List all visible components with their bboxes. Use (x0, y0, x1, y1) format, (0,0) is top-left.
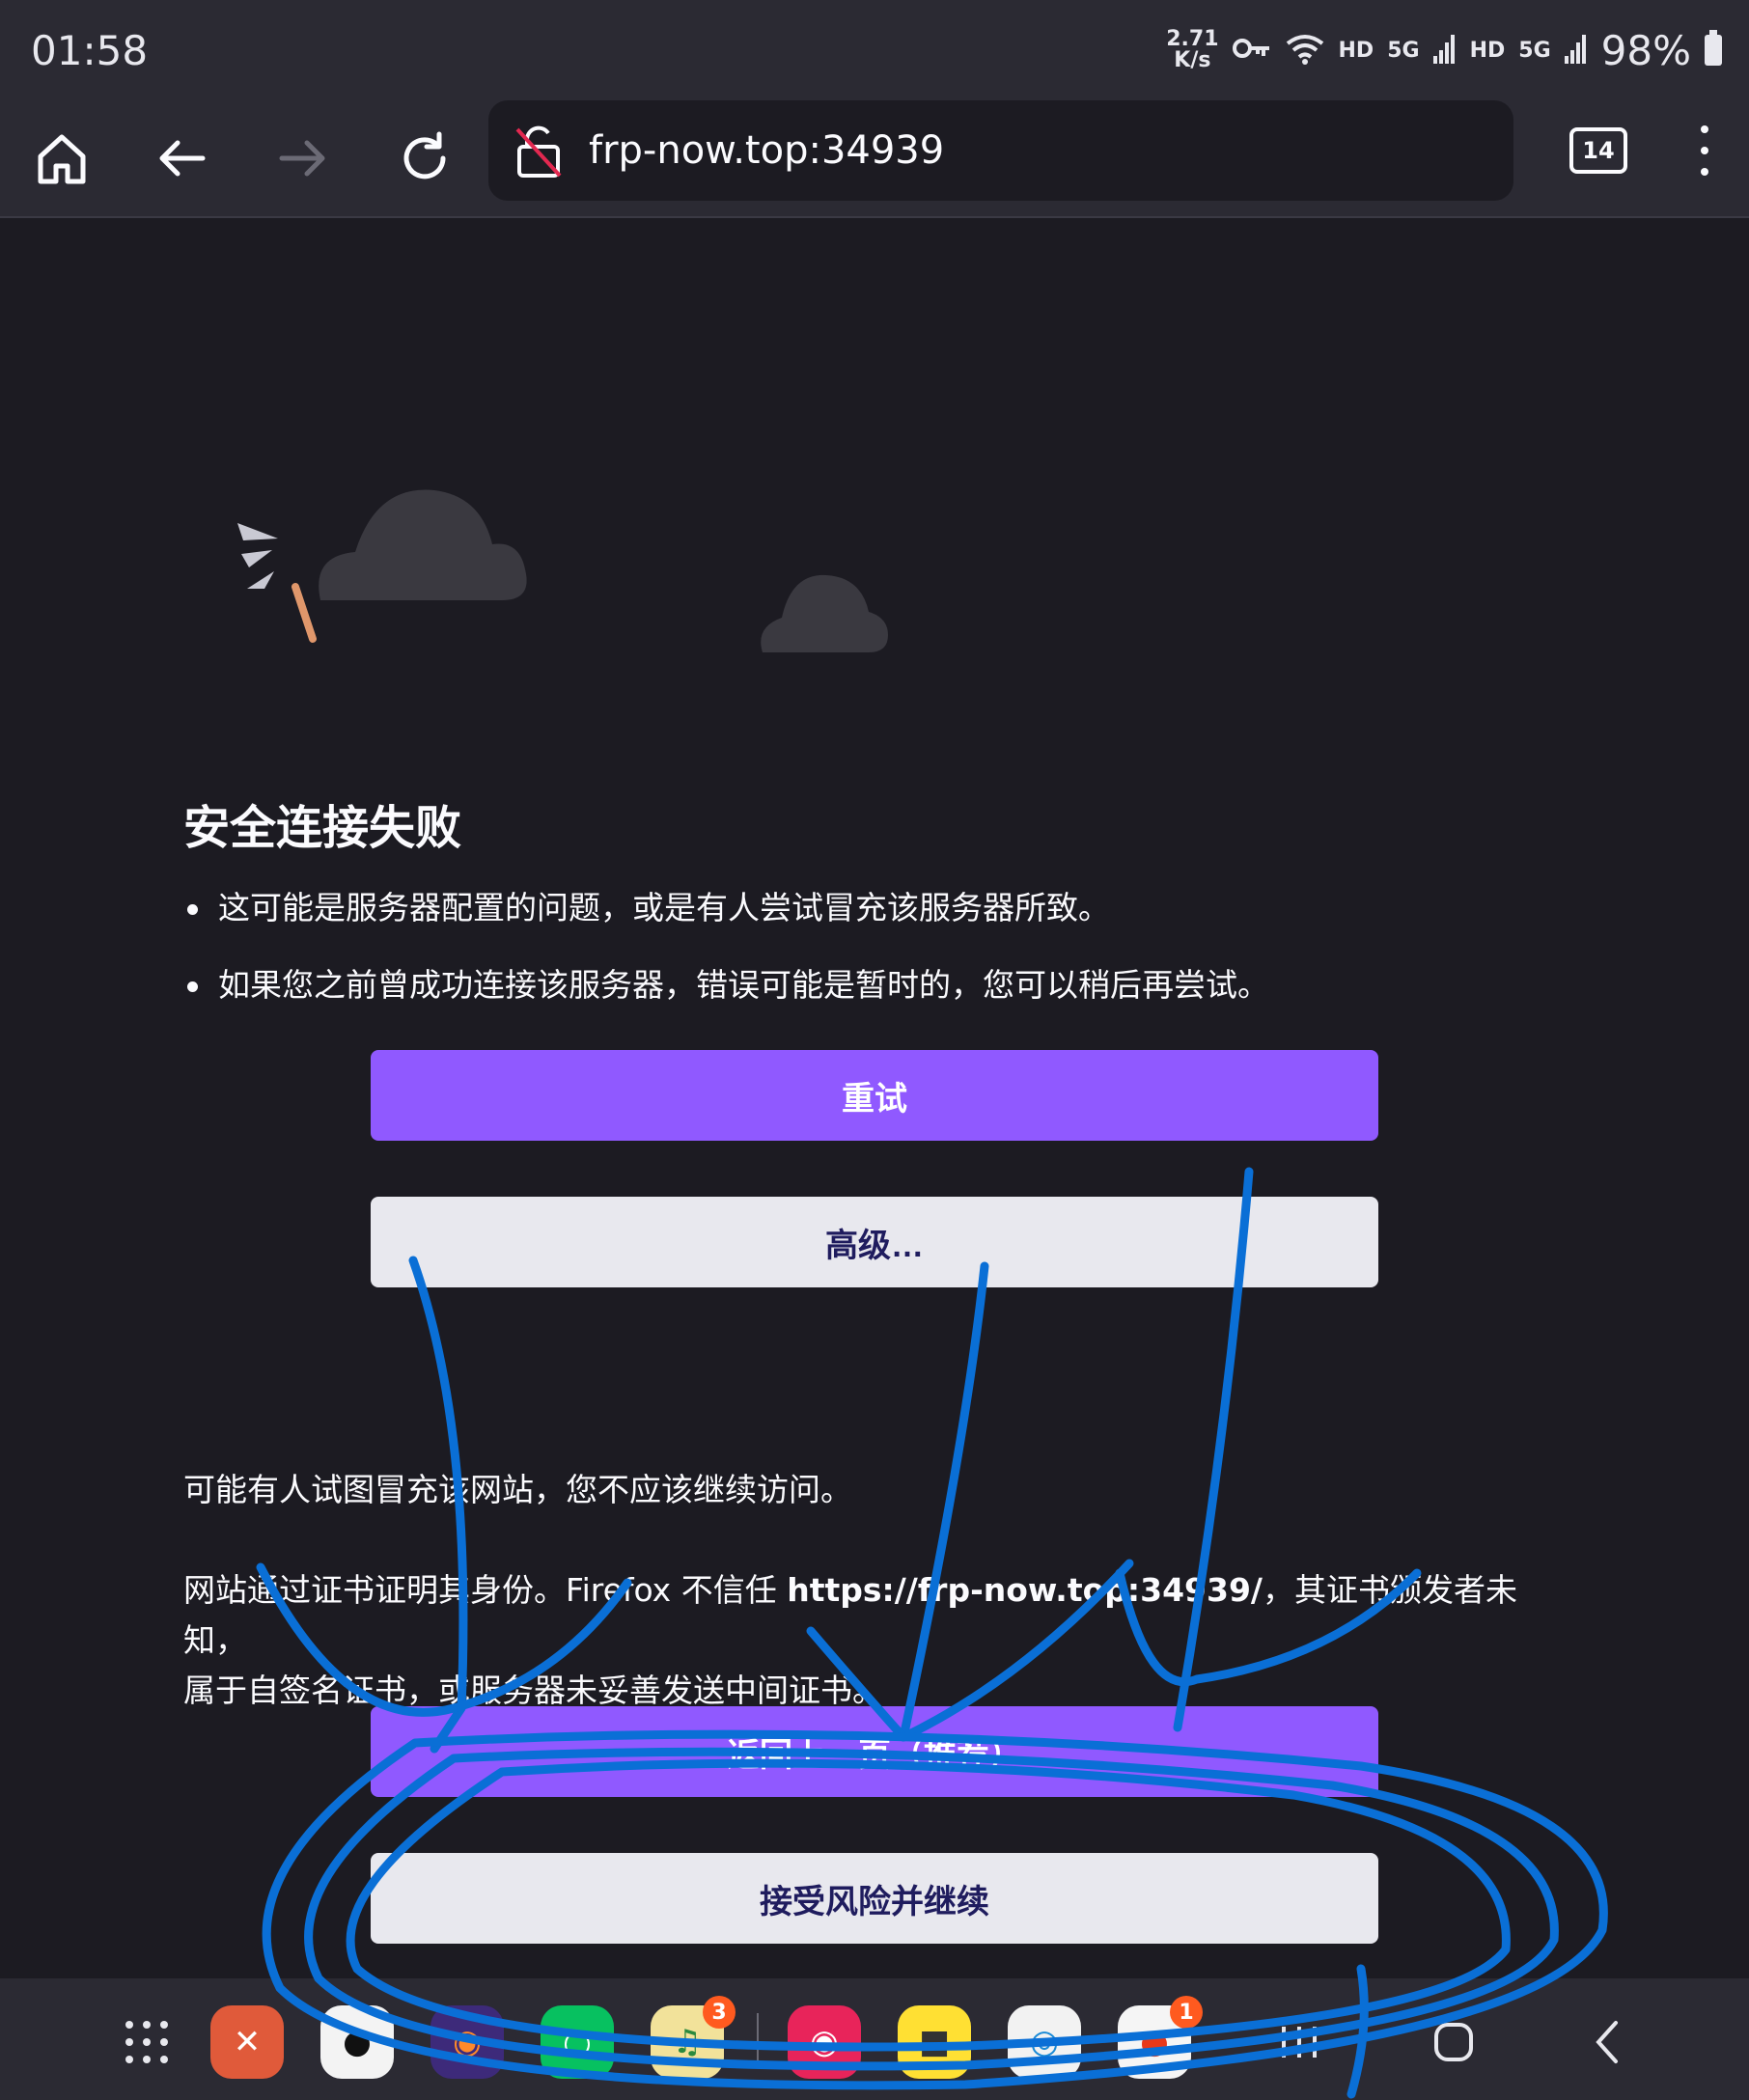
home-nav-button[interactable] (1417, 2005, 1490, 2079)
network-speed-value: 2.71 (1166, 27, 1219, 51)
taskbar-divider (757, 2013, 759, 2067)
xianyu-icon[interactable]: ■ (898, 2005, 971, 2079)
home-circle-icon (1434, 2023, 1473, 2061)
broken-lock-icon[interactable] (512, 122, 566, 180)
network-speed-unit: K/s (1174, 48, 1211, 72)
cert-text-part1: 网站通过证书证明其身份。Firefox 不信任 (183, 1571, 788, 1609)
certificate-explanation: 网站通过证书证明其身份。Firefox 不信任 https://frp-now.… (183, 1565, 1573, 1716)
chevron-left-icon (1596, 2021, 1618, 2063)
warning-text: 可能有人试图冒充该网站，您不应该继续访问。 (183, 1471, 852, 1508)
battery-percent: 98% (1600, 26, 1691, 74)
error-illustration (232, 473, 907, 670)
camera-icon[interactable]: ◉ (788, 2005, 861, 2079)
status-icons: 2.71 K/s HD 5G HD 5G 98% (1166, 27, 1722, 74)
notification-badge: 1 (1170, 1996, 1203, 2029)
battery-icon (1705, 30, 1722, 66)
url-bar[interactable]: frp-now.top:34939 (488, 100, 1513, 201)
cert-text-part3: 属于自签名证书，或服务器未妥善发送中间证书。 (183, 1672, 884, 1709)
retry-button[interactable]: 重试 (371, 1050, 1378, 1141)
signal-icon-2 (1564, 33, 1588, 68)
go-back-button[interactable]: 返回上一页（推荐） (371, 1706, 1378, 1797)
network-speed: 2.71 K/s (1166, 29, 1218, 71)
cloud-lightning-icon (237, 489, 888, 652)
remote-desktop-icon[interactable]: ✕ (210, 2005, 284, 2079)
taskbar: ✕ ● ◉ ○ ♫ 3 ◉ ■ ◎ ● 1 (0, 1978, 1749, 2100)
app-drawer-button[interactable] (110, 2005, 183, 2079)
cert-url: https://frp-now.top:34939/ (787, 1571, 1263, 1609)
list-item: 如果您之前曾成功连接该服务器，错误可能是暂时的，您可以稍后再尝试。 (183, 963, 1269, 1008)
status-time: 01:58 (31, 26, 149, 74)
tab-counter-button[interactable]: 14 (1569, 127, 1627, 174)
notification-badge: 3 (703, 1996, 736, 2029)
vpn-key-icon (1232, 35, 1271, 66)
back-button[interactable] (143, 120, 220, 197)
menu-button[interactable] (1687, 116, 1722, 185)
url-text[interactable]: frp-now.top:34939 (589, 128, 944, 173)
apps-grid-icon (125, 2021, 168, 2063)
firefox-icon[interactable]: ◉ (430, 2005, 504, 2079)
reload-button[interactable] (386, 120, 463, 197)
wifi-icon (1285, 32, 1325, 69)
accept-risk-button[interactable]: 接受风险并继续 (371, 1853, 1378, 1944)
error-reasons-list: 这可能是服务器配置的问题，或是有人尝试冒充该服务器所致。 如果您之前曾成功连接该… (183, 886, 1269, 1040)
edge-icon[interactable]: ◎ (1008, 2005, 1081, 2079)
wechat-icon[interactable]: ○ (541, 2005, 614, 2079)
home-icon (38, 134, 86, 184)
status-bar: 01:58 2.71 K/s HD 5G HD 5G 98% (0, 0, 1749, 100)
network-type-1: 5G (1387, 38, 1420, 63)
music-icon[interactable]: ♫ 3 (651, 1996, 736, 2079)
taobao-icon[interactable]: ● 1 (1118, 1996, 1203, 2079)
arrow-left-icon (159, 140, 206, 177)
hd-indicator-1: HD (1338, 38, 1374, 63)
recents-button[interactable] (1263, 2005, 1336, 2079)
signal-icon-1 (1432, 33, 1457, 68)
back-nav-button[interactable] (1571, 2005, 1645, 2079)
forward-button[interactable] (264, 120, 342, 197)
recents-icon (1282, 2027, 1317, 2058)
browser-toolbar: frp-now.top:34939 14 (0, 100, 1749, 218)
network-type-2: 5G (1518, 38, 1551, 63)
home-button[interactable] (23, 120, 100, 197)
reload-icon (403, 131, 446, 180)
qq-icon[interactable]: ● (320, 2005, 394, 2079)
more-vertical-icon (1701, 125, 1708, 176)
advanced-button[interactable]: 高级… (371, 1197, 1378, 1287)
arrow-right-icon (279, 140, 325, 177)
hd-indicator-2: HD (1469, 38, 1506, 63)
list-item: 这可能是服务器配置的问题，或是有人尝试冒充该服务器所致。 (183, 886, 1269, 930)
page-title: 安全连接失败 (183, 801, 462, 855)
